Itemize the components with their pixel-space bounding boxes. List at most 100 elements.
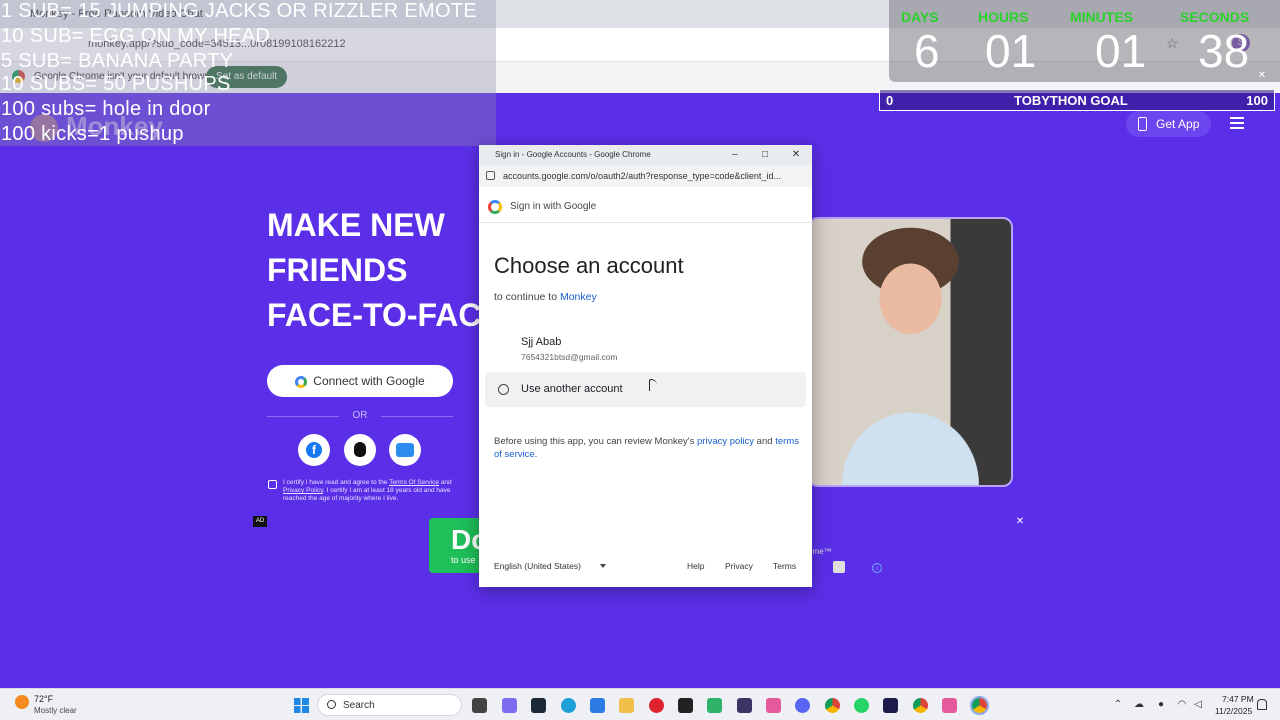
hours-value: 01: [985, 25, 1037, 77]
terms-checkbox[interactable]: [268, 480, 277, 489]
use-another-account-button[interactable]: Use another account: [485, 372, 806, 407]
hero-title: MAKE NEW FRIENDS FACE-TO-FACE: [267, 203, 487, 338]
weather-icon[interactable]: [15, 695, 29, 709]
app-name-link[interactable]: Monkey: [560, 291, 597, 303]
steam-icon[interactable]: [531, 698, 546, 713]
account-name: Sjj Abab: [521, 336, 562, 348]
task-view-icon[interactable]: [472, 698, 487, 713]
seconds-label: SECONDS: [1180, 9, 1250, 25]
get-app-button[interactable]: Get App: [1126, 111, 1212, 137]
days-value: 6: [914, 25, 940, 77]
ad-info-icon[interactable]: i: [872, 563, 882, 573]
timer-close-icon[interactable]: ✕: [1256, 70, 1268, 82]
notification-bell-icon[interactable]: [1257, 699, 1267, 710]
search-label: Search: [343, 700, 375, 711]
goal-line: 1 SUB= 15 JUMPING JACKS OR RIZZLER EMOTE: [1, 0, 477, 22]
account-option[interactable]: Sjj Abab 7654321btsd@gmail.com: [485, 329, 806, 371]
goal-max: 100: [1246, 93, 1268, 108]
clock-date[interactable]: 11/2/2025: [1215, 706, 1252, 716]
wifi-icon[interactable]: ◠: [1176, 699, 1188, 711]
file-explorer-icon[interactable]: [619, 698, 634, 713]
seconds-value: 38: [1198, 25, 1250, 77]
hero-line: FRIENDS: [267, 252, 408, 288]
terms-link[interactable]: Terms: [773, 561, 796, 571]
opera-icon[interactable]: [649, 698, 664, 713]
chrome-profile-icon[interactable]: [913, 698, 928, 713]
webcam-video-preview: [808, 217, 1013, 487]
site-info-icon[interactable]: [486, 171, 495, 180]
discord-icon[interactable]: [795, 698, 810, 713]
search-icon: [327, 700, 336, 709]
apple-login-button[interactable]: [344, 434, 376, 466]
windows-taskbar: 72°F Mostly clear Search ⌃ ☁ ● ◠ ◁ 7:47 …: [0, 688, 1280, 720]
maximize-icon[interactable]: □: [756, 147, 774, 163]
close-icon[interactable]: ✕: [787, 147, 805, 163]
microphone-icon[interactable]: ●: [1155, 699, 1167, 711]
whatsapp-icon[interactable]: [854, 698, 869, 713]
app-icon[interactable]: [737, 698, 752, 713]
pin-app-icon[interactable]: [942, 698, 957, 713]
ad-button-subtext: to use: [451, 555, 476, 565]
privacy-policy-link[interactable]: privacy policy: [697, 436, 754, 447]
epic-games-icon[interactable]: [678, 698, 693, 713]
email-login-button[interactable]: [389, 434, 421, 466]
goal-line: 100 kicks=1 pushup: [1, 123, 184, 145]
popup-url[interactable]: accounts.google.com/o/oauth2/auth?respon…: [503, 171, 781, 181]
windows-start-icon[interactable]: [294, 698, 309, 713]
goal-line: 10 SUBS= 50 PUSHUPS: [1, 73, 231, 95]
countdown-timer: DAYS HOURS MINUTES SECONDS 6 01 01 38: [889, 0, 1280, 82]
hours-label: HOURS: [978, 9, 1029, 25]
goal-line: 10 SUB= EGG ON MY HEAD: [1, 25, 271, 47]
copilot-icon[interactable]: [502, 698, 517, 713]
ad-close-icon[interactable]: ✕: [1013, 515, 1027, 529]
ad-download-button[interactable]: Do to use: [429, 518, 488, 573]
edge-icon[interactable]: [561, 698, 576, 713]
apple-icon: [354, 442, 366, 457]
menu-icon[interactable]: [1230, 117, 1244, 129]
chevron-down-icon[interactable]: [600, 564, 606, 568]
language-select[interactable]: English (United States): [494, 561, 581, 571]
hero-line: FACE-TO-FACE: [267, 297, 487, 333]
weather-description: Mostly clear: [34, 706, 77, 715]
connect-with-google-button[interactable]: Connect with Google: [267, 365, 453, 397]
terms-of-service-link[interactable]: Terms Of Service: [389, 479, 439, 486]
xbox-icon[interactable]: [707, 698, 722, 713]
popup-window-title: Sign in - Google Accounts - Google Chrom…: [495, 150, 651, 159]
next-app-icon[interactable]: [883, 698, 898, 713]
goal-line: 100 subs= hole in door: [1, 98, 211, 120]
minutes-label: MINUTES: [1070, 9, 1133, 25]
chevron-up-icon[interactable]: ⌃: [1112, 699, 1124, 711]
mouse-cursor-icon: [649, 379, 657, 391]
taskbar-search[interactable]: Search: [317, 694, 462, 716]
sub-goals-overlay: 1 SUB= 15 JUMPING JACKS OR RIZZLER EMOTE…: [0, 0, 496, 146]
clock-time[interactable]: 7:47 PM: [1222, 694, 1254, 704]
connect-google-label: Connect with Google: [313, 374, 425, 388]
facebook-icon: f: [306, 442, 322, 458]
continue-to-text: to continue to Monkey: [494, 291, 597, 303]
goal-min: 0: [886, 93, 894, 108]
signin-header: Sign in with Google: [479, 187, 812, 223]
volume-icon[interactable]: ◁: [1192, 699, 1204, 711]
chrome-active-icon[interactable]: [970, 696, 989, 715]
policy-end: .: [534, 449, 538, 460]
choose-account-title: Choose an account: [494, 253, 684, 278]
goal-line: 5 SUB= BANANA PARTY: [1, 50, 234, 72]
minimize-icon[interactable]: –: [726, 147, 744, 163]
google-signin-popup: Sign in - Google Accounts - Google Chrom…: [479, 145, 812, 587]
popup-titlebar: Sign in - Google Accounts - Google Chrom…: [479, 145, 812, 165]
facebook-login-button[interactable]: f: [298, 434, 330, 466]
privacy-policy-link[interactable]: Privacy Policy: [283, 487, 323, 494]
chrome-icon[interactable]: [825, 698, 840, 713]
use-another-account-label: Use another account: [521, 383, 623, 395]
phone-icon: [1138, 117, 1147, 131]
help-link[interactable]: Help: [687, 561, 704, 571]
cloud-icon[interactable]: ☁: [1133, 699, 1145, 711]
store-icon[interactable]: [590, 698, 605, 713]
get-app-label: Get App: [1156, 117, 1200, 131]
continue-prefix: to continue to: [494, 291, 560, 303]
weather-temperature: 72°F: [34, 694, 54, 704]
policy-and: and: [754, 436, 776, 447]
privacy-link[interactable]: Privacy: [725, 561, 753, 571]
pin-app-icon[interactable]: [766, 698, 781, 713]
terms-prefix: I certify I have read and agree to the: [283, 479, 390, 486]
